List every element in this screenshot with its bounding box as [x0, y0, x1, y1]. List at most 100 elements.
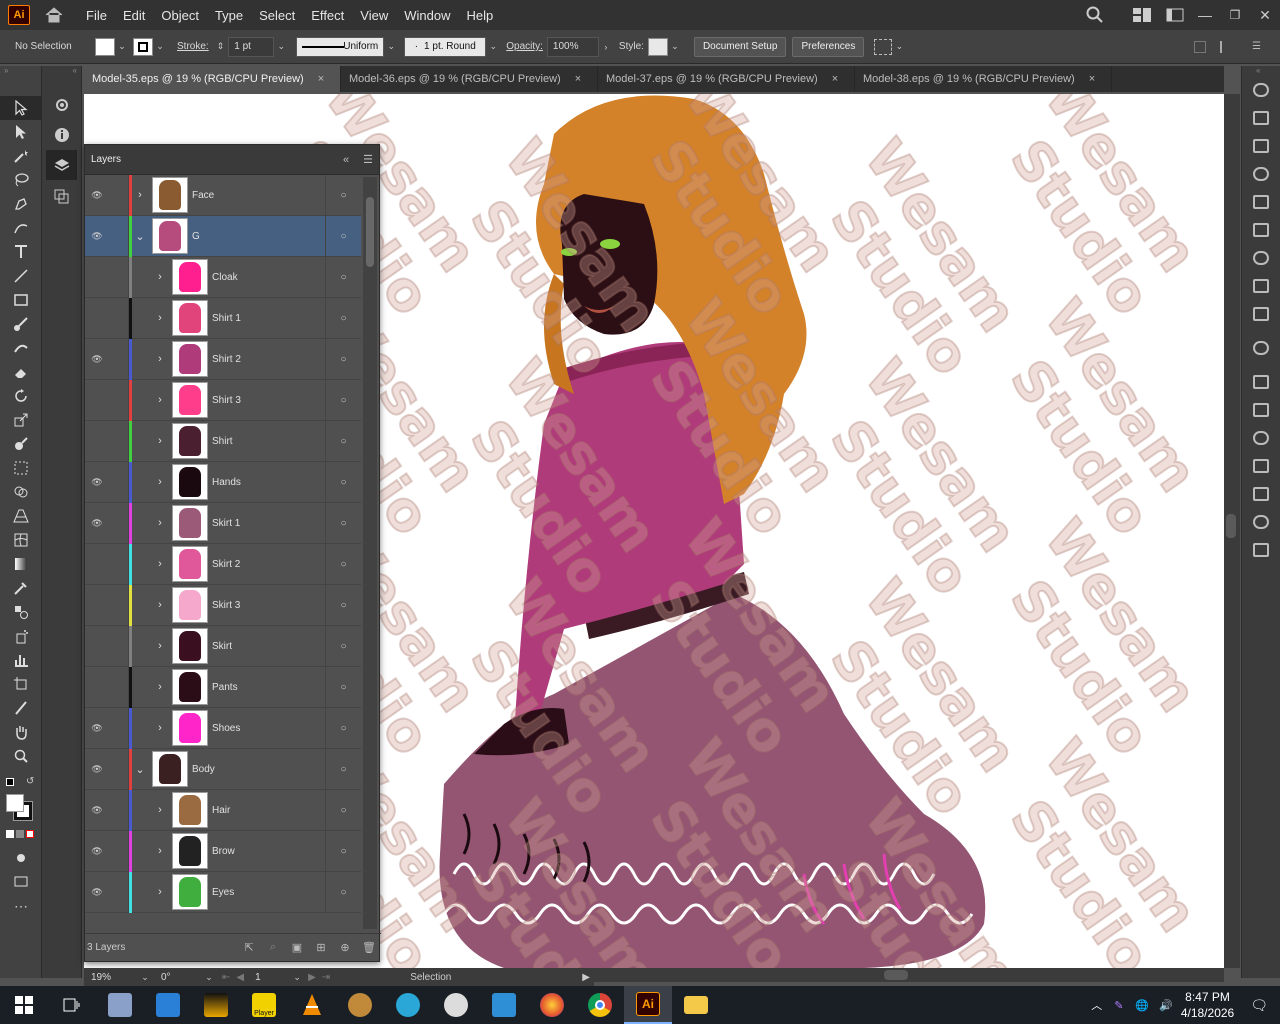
transparency-icon[interactable] — [1242, 452, 1280, 480]
lock-toggle[interactable] — [109, 502, 129, 544]
workspace-switcher-icon[interactable] — [1124, 8, 1160, 22]
color-panel-icon[interactable] — [1242, 76, 1280, 104]
lock-toggle[interactable] — [109, 338, 129, 380]
horizontal-scrollbar[interactable] — [594, 968, 1224, 982]
target-circle-icon[interactable]: ○ — [325, 215, 361, 257]
menu-view[interactable]: View — [352, 8, 396, 23]
lock-toggle[interactable] — [109, 256, 129, 298]
target-circle-icon[interactable]: ○ — [325, 338, 361, 380]
layers-scrollbar[interactable] — [363, 177, 377, 929]
slice-tool-icon[interactable] — [0, 696, 42, 720]
lasso-tool-icon[interactable] — [0, 168, 42, 192]
menu-window[interactable]: Window — [396, 8, 458, 23]
color-guide-icon[interactable] — [1242, 104, 1280, 132]
lock-toggle[interactable] — [109, 584, 129, 626]
selection-tool-icon[interactable] — [0, 96, 42, 120]
lock-toggle[interactable] — [109, 175, 129, 216]
layer-row[interactable]: 👁 › Hands ○ — [85, 461, 361, 503]
lock-toggle[interactable] — [109, 789, 129, 831]
visibility-eye-icon[interactable]: 👁 — [85, 518, 109, 529]
firefox-icon[interactable] — [528, 986, 576, 1024]
close-tab-icon[interactable]: × — [1089, 73, 1095, 85]
rotate-view-field[interactable]: 0° — [156, 970, 202, 984]
lock-toggle[interactable] — [109, 871, 129, 913]
locate-object-icon[interactable]: ⌕ — [261, 941, 285, 954]
toolbar-collapse-icon[interactable]: » — [0, 66, 41, 76]
swatches-icon[interactable] — [1242, 132, 1280, 160]
document-tab[interactable]: Model-37.eps @ 19 % (RGB/CPU Preview) × — [598, 66, 855, 92]
graphic-styles-icon[interactable] — [1242, 536, 1280, 564]
export-icon[interactable]: ⇱ — [237, 941, 261, 954]
target-circle-icon[interactable]: ○ — [325, 871, 361, 913]
target-circle-icon[interactable]: ○ — [325, 175, 361, 216]
search-icon[interactable] — [1080, 6, 1110, 24]
transform-icon[interactable] — [1220, 40, 1234, 53]
visibility-eye-icon[interactable]: 👁 — [85, 723, 109, 734]
panel-menu-icon[interactable]: ☰ — [363, 153, 373, 166]
type-tool-icon[interactable] — [0, 240, 42, 264]
magic-wand-tool-icon[interactable] — [0, 144, 42, 168]
stroke-stepper-icon[interactable]: ⇕ — [217, 41, 225, 52]
shape-builder-tool-icon[interactable] — [0, 480, 42, 504]
chevron-down-icon[interactable]: ⌄ — [132, 763, 148, 776]
fill-swatch[interactable] — [95, 37, 115, 56]
align-icon[interactable] — [1194, 40, 1206, 53]
eraser-tool-icon[interactable] — [0, 360, 42, 384]
target-circle-icon[interactable]: ○ — [325, 625, 361, 667]
target-circle-icon[interactable]: ○ — [325, 256, 361, 298]
show-hidden-icons-icon[interactable]: ︿ — [1091, 997, 1102, 1013]
zoom-level-field[interactable]: 19% — [86, 970, 138, 984]
previous-artboard-icon[interactable]: ◀ — [236, 972, 244, 983]
stroke-weight-field[interactable]: 1 pt — [228, 36, 275, 57]
layer-row[interactable]: › Skirt 3 ○ — [85, 584, 361, 626]
arrange-documents-icon[interactable] — [1160, 8, 1190, 22]
visibility-eye-icon[interactable]: 👁 — [85, 887, 109, 898]
select-similar-icon[interactable] — [874, 38, 893, 55]
visibility-eye-icon[interactable]: 👁 — [85, 190, 109, 201]
default-fill-stroke-icon[interactable]: ↺ — [0, 776, 41, 792]
panel-collapse-icon[interactable]: « — [343, 154, 349, 166]
column-graph-tool-icon[interactable] — [0, 648, 42, 672]
volume-icon[interactable]: 🔊 — [1159, 999, 1173, 1012]
home-icon[interactable] — [40, 3, 68, 27]
visibility-eye-icon[interactable]: 👁 — [85, 231, 109, 242]
lock-toggle[interactable] — [109, 420, 129, 462]
last-artboard-icon[interactable]: ⇥ — [322, 972, 330, 983]
edit-toolbar-icon[interactable]: ⋯ — [0, 894, 42, 918]
inkscape-icon[interactable] — [432, 986, 480, 1024]
symbol-sprayer-tool-icon[interactable] — [0, 624, 42, 648]
eyedropper-tool-icon[interactable] — [0, 576, 42, 600]
target-circle-icon[interactable]: ○ — [325, 420, 361, 462]
lock-toggle[interactable] — [109, 297, 129, 339]
visibility-eye-icon[interactable]: 👁 — [85, 354, 109, 365]
chevron-right-icon[interactable]: › — [152, 558, 168, 570]
notifications-icon[interactable]: 🗨 — [1250, 997, 1268, 1014]
lock-toggle[interactable] — [109, 625, 129, 667]
layer-row[interactable]: 👁 › Eyes ○ — [85, 871, 361, 913]
curvature-tool-icon[interactable] — [0, 216, 42, 240]
layer-row[interactable]: 👁 › Hair ○ — [85, 789, 361, 831]
chevron-right-icon[interactable]: › — [152, 312, 168, 324]
snipping-app-icon[interactable] — [144, 986, 192, 1024]
visibility-eye-icon[interactable]: 👁 — [85, 764, 109, 775]
layer-row[interactable]: 👁 ⌄ G ○ — [85, 215, 361, 257]
profile-dropdown-icon[interactable]: ⌄ — [384, 38, 398, 56]
menu-edit[interactable]: Edit — [115, 8, 153, 23]
draw-mode-icon[interactable] — [0, 846, 42, 870]
graphic-style-swatch[interactable] — [647, 37, 668, 56]
store-app-icon[interactable] — [480, 986, 528, 1024]
photo-app-icon[interactable] — [96, 986, 144, 1024]
document-tab[interactable]: Model-38.eps @ 19 % (RGB/CPU Preview) × — [855, 66, 1112, 92]
stroke-weight-dropdown-icon[interactable]: ⌄ — [274, 38, 288, 56]
layer-row[interactable]: 👁 › Shirt 2 ○ — [85, 338, 361, 380]
transform-icon[interactable] — [1242, 216, 1280, 244]
chevron-right-icon[interactable]: › — [152, 886, 168, 898]
chevron-right-icon[interactable]: › — [152, 353, 168, 365]
screen-mode-icon[interactable] — [0, 870, 42, 894]
video-studio-icon[interactable] — [192, 986, 240, 1024]
visibility-eye-icon[interactable]: 👁 — [85, 846, 109, 857]
stroke-dropdown-icon[interactable]: ⌄ — [153, 38, 167, 56]
blend-tool-icon[interactable] — [0, 600, 42, 624]
appearance-icon[interactable] — [1242, 508, 1280, 536]
artboards-panel-icon[interactable] — [42, 182, 81, 212]
